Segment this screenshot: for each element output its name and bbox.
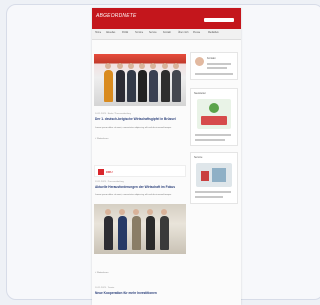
party-logo-icon — [98, 169, 104, 175]
main-nav: Home Aktuelles Politik Termine Service K… — [92, 29, 241, 40]
person-head — [161, 209, 167, 215]
person-head — [105, 63, 111, 69]
text-line — [195, 73, 233, 75]
nav-item[interactable]: Mediathek — [208, 32, 219, 34]
article-3-headline[interactable]: Neue Kooperation für mehr Investitionen — [95, 291, 185, 295]
nav-item[interactable]: Kontakt — [163, 32, 171, 34]
article-3-meta: 10.11.2023 · Termin — [95, 287, 115, 289]
person-head — [173, 63, 179, 69]
person-head — [150, 63, 156, 69]
site-logo[interactable]: ABGEORDNETE — [96, 13, 137, 19]
person-head — [105, 209, 111, 215]
person-figure — [146, 216, 155, 250]
sidebar-profile-caption: Kontakt — [207, 57, 216, 60]
nav-item[interactable]: Politik — [122, 32, 128, 34]
text-line — [195, 191, 231, 193]
person-head — [133, 209, 139, 215]
person-head — [147, 209, 153, 215]
search-input[interactable] — [204, 18, 234, 22]
banner-label: CDU — [106, 170, 113, 174]
article-1-image[interactable] — [94, 54, 186, 106]
sidebar-newsletter-box: Newsletter — [190, 88, 238, 146]
article-2-more-link[interactable]: » Weiterlesen — [95, 272, 108, 274]
person-figure — [172, 70, 181, 102]
text-line — [207, 67, 227, 69]
nav-item[interactable]: Aktuelles — [106, 32, 115, 34]
article-2-meta: 13.11.2023 · Pressemitteilung — [95, 181, 124, 183]
nav-item[interactable]: Termine — [135, 32, 143, 34]
avatar — [195, 57, 204, 66]
article-1-more-link[interactable]: » Weiterlesen — [95, 138, 108, 140]
person-head — [139, 63, 145, 69]
nav-item[interactable]: Service — [149, 32, 157, 34]
person-figure — [160, 216, 169, 250]
text-line — [207, 63, 231, 65]
article-2-headline[interactable]: Aktuelle Herausforderungen der Wirtschaf… — [95, 185, 185, 189]
person-figure — [104, 216, 113, 250]
article-1-meta: 14.11.2023 · Rede / Pressemitteilung — [95, 113, 131, 115]
illustration-image — [196, 163, 232, 187]
nav-item[interactable]: Über mich — [178, 32, 188, 34]
article-2-excerpt: Lorem ipsum dolor sit amet, consectetur … — [95, 194, 172, 196]
article-2-image[interactable] — [94, 204, 186, 254]
person-head — [162, 63, 168, 69]
text-line — [195, 134, 231, 136]
sidebar-profile-box: Kontakt — [190, 52, 238, 80]
text-line — [195, 139, 225, 141]
nav-item[interactable]: Presse — [193, 32, 200, 34]
sidebar-service-box: Service — [190, 152, 238, 204]
person-figure — [149, 70, 158, 102]
article-2-banner[interactable]: CDU — [94, 165, 186, 177]
site-header: ABGEORDNETE — [92, 8, 241, 29]
person-figure — [161, 70, 170, 102]
person-head — [117, 63, 123, 69]
person-figure — [138, 70, 147, 102]
person-figure — [116, 70, 125, 102]
article-1-headline[interactable]: Der 1. deutsch-belgische Wirtschaftsgipf… — [95, 117, 185, 121]
person-figure — [132, 216, 141, 250]
nav-item[interactable]: Home — [95, 32, 101, 34]
person-figure — [104, 70, 113, 102]
text-line — [195, 196, 223, 198]
person-figure — [118, 216, 127, 250]
illustration-image — [197, 99, 231, 129]
article-1-excerpt: Lorem ipsum dolor sit amet, consectetur … — [95, 127, 172, 129]
website-preview[interactable]: ABGEORDNETE Home Aktuelles Politik Termi… — [92, 8, 241, 305]
person-head — [119, 209, 125, 215]
person-figure — [127, 70, 136, 102]
sidebar-service-caption: Service — [194, 156, 203, 159]
person-head — [128, 63, 134, 69]
sidebar-newsletter-caption: Newsletter — [194, 92, 206, 95]
